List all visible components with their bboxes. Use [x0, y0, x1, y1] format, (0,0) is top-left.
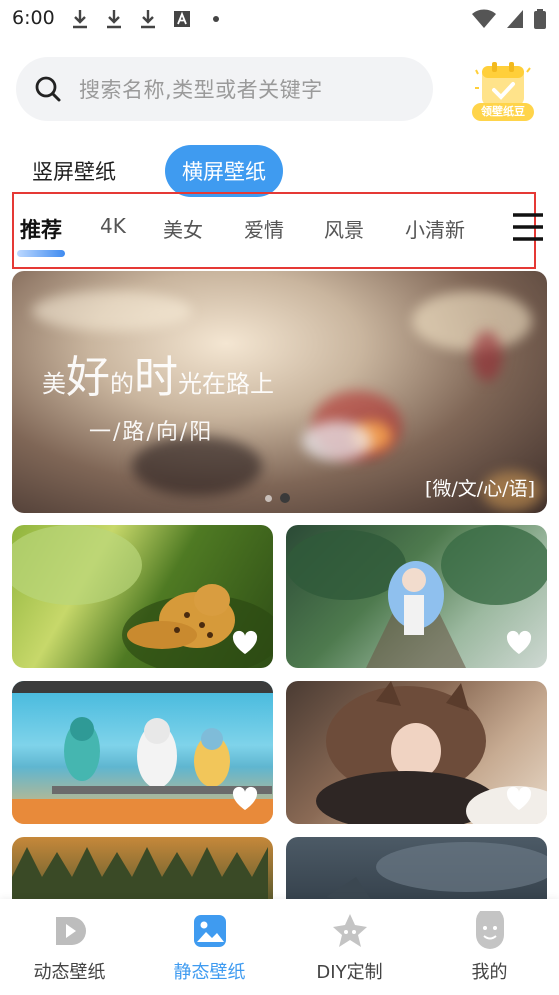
search-icon: [35, 76, 61, 102]
tab-landscape-wallpaper[interactable]: 横屏壁纸: [165, 145, 283, 197]
banner-pagination: [265, 493, 290, 503]
heart-icon[interactable]: [231, 630, 259, 656]
page-dot-active: [280, 493, 290, 503]
nav-label: DIY定制: [316, 962, 383, 983]
nav-item-static-wallpaper[interactable]: 静态壁纸: [140, 899, 279, 995]
heart-icon[interactable]: [505, 630, 533, 656]
category-tab-love[interactable]: 爱情: [244, 214, 284, 243]
category-tab-beauty[interactable]: 美女: [163, 214, 203, 243]
status-bar: 6:00: [0, 0, 559, 40]
search-bar[interactable]: 搜索名称,类型或者关键字: [16, 57, 433, 121]
signal-icon: [507, 10, 523, 28]
heart-icon[interactable]: [231, 786, 259, 812]
wallpaper-tile[interactable]: [12, 681, 273, 824]
star-icon: [332, 914, 367, 947]
image-icon: [193, 915, 226, 947]
search-placeholder: 搜索名称,类型或者关键字: [79, 78, 323, 102]
dot-icon: [213, 16, 219, 22]
category-tab-4k[interactable]: 4K: [100, 214, 126, 238]
wallpaper-tile[interactable]: [12, 525, 273, 668]
bottom-nav: 动态壁纸 静态壁纸 DIY定制 我的: [0, 899, 559, 995]
nav-item-diy[interactable]: DIY定制: [280, 899, 419, 995]
download-icon: [107, 10, 121, 29]
wallpaper-tile[interactable]: [286, 525, 547, 668]
heart-icon[interactable]: [505, 786, 533, 812]
system-icons: [471, 8, 547, 30]
menu-icon[interactable]: [511, 210, 545, 244]
font-icon: [174, 11, 190, 27]
banner-subline: 一/路/向/阳: [89, 420, 214, 445]
battery-icon: [534, 9, 546, 29]
status-time: 6:00: [12, 7, 55, 29]
nav-label: 动态壁纸: [33, 962, 106, 983]
nav-item-live-wallpaper[interactable]: 动态壁纸: [0, 899, 139, 995]
play-icon: [55, 917, 86, 945]
wallpaper-tile[interactable]: [286, 681, 547, 824]
wifi-icon: [472, 9, 496, 28]
download-icon: [73, 10, 87, 29]
download-icon: [141, 10, 155, 29]
category-tab-recommend[interactable]: 推荐: [20, 214, 62, 244]
notification-icons: [70, 8, 226, 30]
category-tab-fresh[interactable]: 小清新: [405, 214, 465, 243]
nav-item-mine[interactable]: 我的: [420, 899, 559, 995]
featured-banner[interactable]: 美好的时光在路上 一/路/向/阳 [微/文/心/语]: [12, 271, 547, 513]
face-icon: [475, 911, 504, 949]
tab-portrait-wallpaper[interactable]: 竖屏壁纸: [32, 156, 116, 186]
banner-headline: 美好的时光在路上: [42, 352, 274, 403]
active-tab-indicator: [17, 250, 65, 257]
nav-label: 静态壁纸: [173, 962, 246, 983]
banner-caption: [微/文/心/语]: [424, 478, 535, 500]
nav-label: 我的: [471, 962, 508, 983]
coupon-label[interactable]: 领壁纸豆: [472, 103, 534, 121]
page-dot: [265, 494, 272, 502]
category-tab-scenery[interactable]: 风景: [324, 214, 364, 243]
